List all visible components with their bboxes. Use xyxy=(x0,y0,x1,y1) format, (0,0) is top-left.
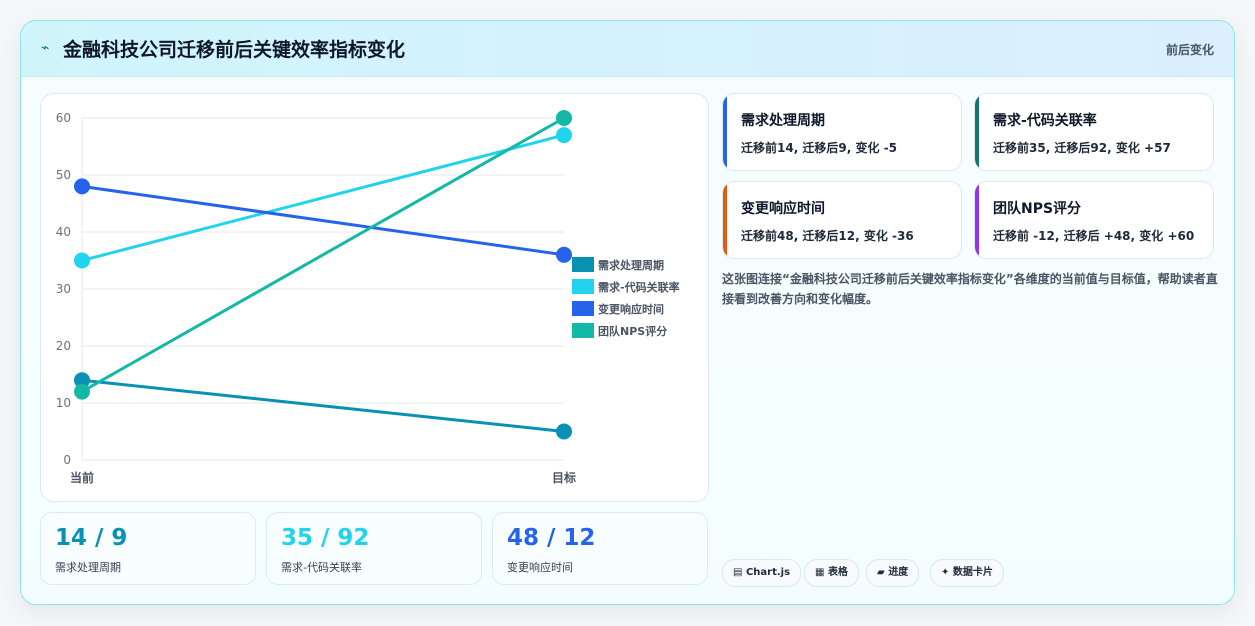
legend-swatch xyxy=(572,257,594,272)
legend-label: 需求-代码关联率 xyxy=(598,280,680,294)
bolt-icon: ⌁ xyxy=(41,40,50,56)
page-title: 金融科技公司迁移前后关键效率指标变化 xyxy=(63,39,406,61)
progress-icon: ▰ xyxy=(877,567,885,578)
metric-detail: 迁移前35, 迁移后92, 变化 +57 xyxy=(993,141,1171,155)
legend-label: 变更响应时间 xyxy=(598,302,664,316)
sparkle-icon: ✦ xyxy=(941,567,950,578)
data-point xyxy=(74,178,90,195)
x-tick-label: 目标 xyxy=(552,470,576,485)
data-point xyxy=(556,423,572,440)
stat-card-0: 14 / 9 需求处理周期 xyxy=(40,512,256,585)
chart-description: 这张图连接“金融科技公司迁移前后关键效率指标变化”各维度的当前值与目标值，帮助读… xyxy=(722,272,1218,306)
stat-value: 48 / 12 xyxy=(507,525,596,551)
legend-swatch xyxy=(572,279,594,294)
tag-label: 进度 xyxy=(888,567,909,578)
series-line xyxy=(81,116,565,393)
y-tick-label: 30 xyxy=(56,282,71,296)
metric-card-2: 变更响应时间 迁移前48, 迁移后12, 变化 -36 xyxy=(722,181,962,259)
metric-title: 需求-代码关联率 xyxy=(993,113,1097,129)
dashboard-card: ⌁ 金融科技公司迁移前后关键效率指标变化 前后变化 0 10 20 30 40 50 60 当… xyxy=(20,20,1235,605)
tag-progress[interactable]: ▰ 进度 xyxy=(866,559,920,587)
metric-detail: 迁移前 -12, 迁移后 +48, 变化 +60 xyxy=(993,229,1195,243)
stat-card-2: 48 / 12 变更响应时间 xyxy=(492,512,708,585)
stat-value: 14 / 9 xyxy=(55,525,128,551)
y-tick-label: 20 xyxy=(56,339,71,353)
metric-title: 变更响应时间 xyxy=(741,201,825,217)
tag-chartjs[interactable]: ▤ Chart.js xyxy=(722,559,802,587)
data-point xyxy=(74,252,90,269)
metric-detail: 迁移前14, 迁移后9, 变化 -5 xyxy=(741,141,898,155)
header-meta: 前后变化 xyxy=(1165,43,1214,57)
metric-title: 需求处理周期 xyxy=(741,113,825,129)
legend-swatch xyxy=(572,301,594,316)
chart-panel: 0 10 20 30 40 50 60 当前 目标 需求处理周期需求-代码关联率 变更响应时间 团队N… xyxy=(40,93,709,502)
stat-label: 变更响应时间 xyxy=(507,561,573,574)
legend-label: 团队NPS评分 xyxy=(598,324,667,338)
data-point xyxy=(556,246,572,263)
y-tick-label: 10 xyxy=(56,396,71,410)
tag-label: 表格 xyxy=(827,567,848,578)
stat-value: 35 / 92 xyxy=(281,525,370,551)
series-line xyxy=(81,378,565,433)
metric-accent-bar xyxy=(975,182,979,258)
line-chart: 0 10 20 30 40 50 60 当前 目标 需求处理周期需求-代码关联率变更响应时间团队N… xyxy=(56,110,680,485)
metric-accent-bar xyxy=(975,94,979,170)
tag-label: 数据卡片 xyxy=(952,567,993,578)
metric-card-0: 需求处理周期 迁移前14, 迁移后9, 变化 -5 xyxy=(722,93,962,171)
tag-label: Chart.js xyxy=(745,567,791,578)
metric-accent-bar xyxy=(723,94,727,170)
table-icon: ▦ xyxy=(815,567,825,578)
chart-icon: ▤ xyxy=(733,567,743,578)
tag-table[interactable]: ▦ 表格 xyxy=(804,559,859,587)
legend-label: 需求处理周期 xyxy=(598,258,664,272)
metric-card-3: 团队NPS评分 迁移前 -12, 迁移后 +48, 变化 +60 xyxy=(974,181,1214,259)
stat-label: 需求-代码关联率 xyxy=(281,561,362,574)
y-tick-label: 60 xyxy=(56,111,71,125)
data-point xyxy=(556,127,572,144)
y-tick-label: 40 xyxy=(56,225,71,239)
metric-card-1: 需求-代码关联率 迁移前35, 迁移后92, 变化 +57 xyxy=(974,93,1214,171)
stat-card-1: 35 / 92 需求-代码关联率 xyxy=(266,512,482,585)
data-point xyxy=(74,383,90,400)
metric-detail: 迁移前48, 迁移后12, 变化 -36 xyxy=(741,229,914,243)
y-tick-label: 50 xyxy=(56,168,71,182)
metric-title: 团队NPS评分 xyxy=(993,201,1082,217)
y-tick-label: 0 xyxy=(63,453,71,467)
legend-swatch xyxy=(572,323,594,338)
data-point xyxy=(556,110,572,126)
metric-accent-bar xyxy=(723,182,727,258)
card-header: ⌁ 金融科技公司迁移前后关键效率指标变化 前后变化 xyxy=(21,21,1234,77)
tag-data-cards[interactable]: ✦ 数据卡片 xyxy=(930,559,1004,587)
stat-label: 需求处理周期 xyxy=(55,561,121,574)
x-tick-label: 当前 xyxy=(70,470,94,485)
